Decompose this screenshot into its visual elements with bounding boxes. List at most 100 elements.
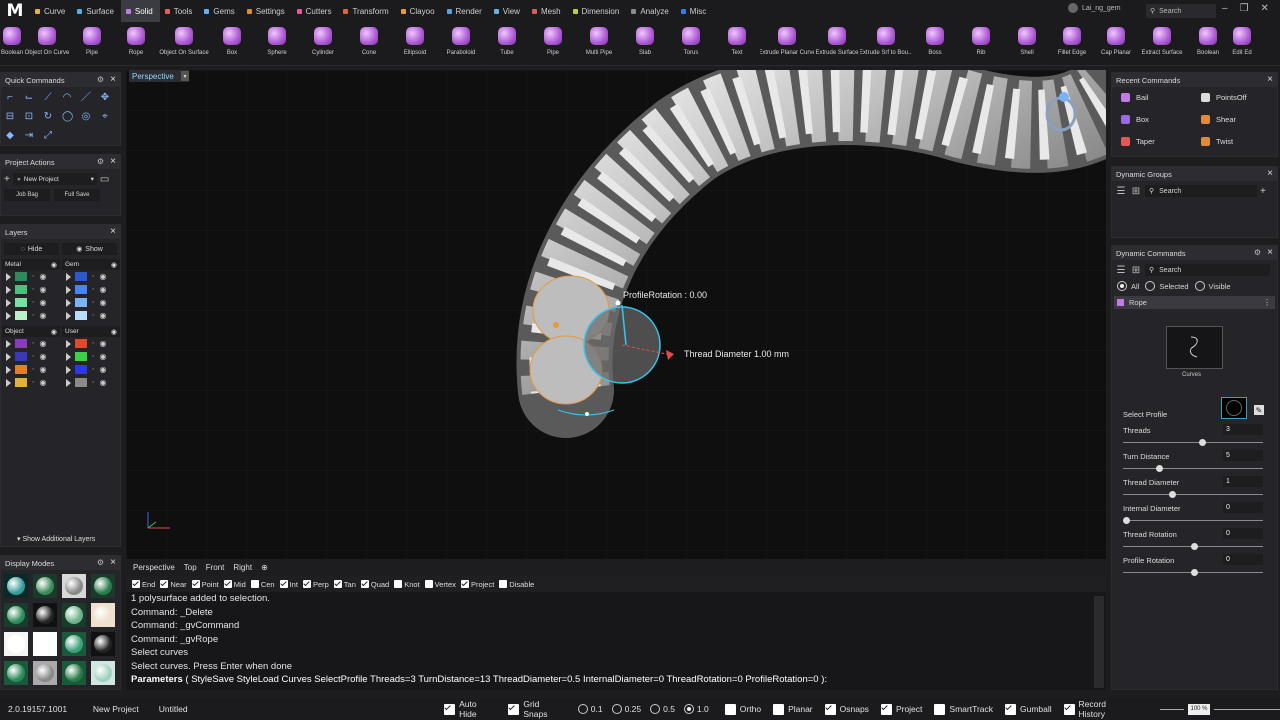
minimize-icon[interactable]: –: [1222, 3, 1228, 14]
curve-b-icon[interactable]: ⟋: [43, 93, 53, 103]
circle-a-icon[interactable]: ◯: [62, 112, 73, 122]
osnap-cen[interactable]: Cen: [250, 580, 275, 589]
layer-color-swatch[interactable]: [75, 285, 87, 294]
radio[interactable]: [1145, 281, 1156, 291]
job-bag-button[interactable]: Job Bag: [4, 189, 50, 201]
recent-twist[interactable]: Twist: [1201, 137, 1277, 146]
layer-color-swatch[interactable]: [75, 378, 87, 387]
gear-icon[interactable]: ⚙: [97, 75, 104, 84]
show-additional-layers[interactable]: ▾ Show Additional Layers: [17, 535, 95, 543]
expand-icon[interactable]: [66, 339, 71, 348]
viewport-menu-icon[interactable]: ▾: [181, 71, 189, 81]
gear-icon[interactable]: ⚙: [97, 558, 104, 567]
tool-text[interactable]: Text: [714, 22, 760, 65]
expand-icon[interactable]: [6, 365, 11, 374]
layer-row[interactable]: ▪ ◉: [62, 283, 120, 296]
radio[interactable]: [1194, 281, 1205, 291]
curves-thumbnail[interactable]: [1166, 326, 1223, 369]
toggle-auto-hide[interactable]: Auto Hide: [444, 699, 496, 719]
tab-tools[interactable]: Tools: [160, 0, 200, 22]
arc-icon[interactable]: ◠: [62, 93, 72, 103]
grid-radio[interactable]: [650, 704, 661, 714]
eye-icon[interactable]: ◉: [99, 311, 106, 320]
tool-extrude-surface[interactable]: Extrude Surface: [814, 22, 860, 65]
param-value-input[interactable]: 1: [1223, 476, 1263, 487]
osnap-mid[interactable]: Mid: [223, 580, 246, 589]
scale-icon[interactable]: ⤢: [43, 131, 53, 141]
layer-row[interactable]: ▪ ◉: [62, 337, 120, 350]
tab-dimension[interactable]: Dimension: [568, 0, 627, 22]
eye-icon[interactable]: ◉: [39, 352, 46, 361]
tool-ellipsoid[interactable]: Ellipsoid: [392, 22, 438, 65]
command-prompt[interactable]: Parameters ( StyleSave StyleLoad Curves …: [131, 673, 1106, 687]
tab-view[interactable]: View: [489, 0, 527, 22]
snap-icon[interactable]: ⌖: [100, 112, 110, 122]
dynamic-commands-search[interactable]: ⚲ Search: [1145, 264, 1270, 276]
gear-icon[interactable]: ⚙: [97, 157, 104, 166]
checkbox[interactable]: [499, 580, 508, 588]
display-mode-16[interactable]: [91, 661, 115, 685]
recent-box[interactable]: Box: [1121, 115, 1201, 124]
checkbox[interactable]: [824, 703, 836, 715]
circle-b-icon[interactable]: ◎: [81, 112, 91, 122]
eye-icon[interactable]: ◉: [99, 272, 106, 281]
param-slider[interactable]: [1123, 515, 1263, 525]
folder-icon[interactable]: ▭: [100, 174, 109, 185]
tool-box[interactable]: Box: [210, 22, 254, 65]
gear-icon[interactable]: ⚙: [1254, 248, 1261, 257]
checkbox[interactable]: [460, 580, 469, 588]
display-mode-10[interactable]: [33, 632, 57, 656]
checkbox[interactable]: [250, 580, 259, 588]
layer-color-swatch[interactable]: [75, 298, 87, 307]
list-icon[interactable]: ☰: [1115, 185, 1127, 197]
osnap-tan[interactable]: Tan: [333, 580, 356, 589]
tab-cutters[interactable]: Cutters: [292, 0, 339, 22]
maximize-icon[interactable]: ❐: [1240, 3, 1249, 14]
move-icon[interactable]: ✥: [100, 93, 110, 103]
osnap-int[interactable]: Int: [279, 580, 298, 589]
tool-boolean[interactable]: Boolean: [1186, 22, 1230, 65]
plus-icon[interactable]: +: [4, 174, 10, 185]
osnap-perp[interactable]: Perp: [302, 580, 329, 589]
checkbox[interactable]: [1063, 703, 1075, 715]
tree-icon[interactable]: ⊞: [1130, 264, 1142, 276]
tool-cone[interactable]: Cone: [346, 22, 392, 65]
status-project[interactable]: New Project: [85, 704, 151, 714]
eye-icon[interactable]: ◉: [99, 298, 106, 307]
tool-tube[interactable]: Tube: [484, 22, 530, 65]
param-slider[interactable]: [1123, 567, 1263, 577]
tool-cap-planar[interactable]: Cap Planar: [1094, 22, 1138, 65]
display-mode-13[interactable]: [4, 661, 28, 685]
expand-icon[interactable]: [6, 298, 11, 307]
layer-row[interactable]: ▪ ◉: [62, 309, 120, 322]
checkbox[interactable]: [508, 703, 520, 715]
toggle-grid-snaps[interactable]: Grid Snaps: [508, 699, 565, 719]
curve-a-icon[interactable]: ⌙: [24, 93, 34, 103]
expand-icon[interactable]: [6, 352, 11, 361]
project-select[interactable]: ● New Project ▾: [12, 173, 97, 185]
layer-color-swatch[interactable]: [15, 352, 27, 361]
layer-row[interactable]: ▪ ◉: [2, 296, 60, 309]
param-value-input[interactable]: 0: [1223, 528, 1263, 539]
tool-pipe[interactable]: Pipe: [530, 22, 576, 65]
layer-row[interactable]: ▪ ◉: [2, 270, 60, 283]
close-icon[interactable]: ×: [1267, 74, 1273, 85]
eye-icon[interactable]: ◉: [39, 298, 46, 307]
layer-color-swatch[interactable]: [15, 378, 27, 387]
lock-icon[interactable]: ▪: [32, 379, 34, 386]
osnap-point[interactable]: Point: [191, 580, 219, 589]
grid-value[interactable]: 0.5: [663, 704, 675, 714]
lock-icon[interactable]: ▪: [32, 312, 34, 319]
grid-value[interactable]: 0.25: [625, 704, 642, 714]
display-mode-9[interactable]: [4, 632, 28, 656]
toggle-project[interactable]: Project: [880, 703, 922, 715]
param-slider[interactable]: [1123, 437, 1263, 447]
close-icon[interactable]: ×: [1267, 247, 1273, 258]
layer-color-swatch[interactable]: [75, 365, 87, 374]
eye-icon[interactable]: ◉: [99, 365, 106, 374]
lock-icon[interactable]: ▪: [92, 366, 94, 373]
checkbox[interactable]: [279, 580, 288, 588]
expand-icon[interactable]: [66, 352, 71, 361]
layer-row[interactable]: ▪ ◉: [62, 296, 120, 309]
display-mode-12[interactable]: [91, 632, 115, 656]
